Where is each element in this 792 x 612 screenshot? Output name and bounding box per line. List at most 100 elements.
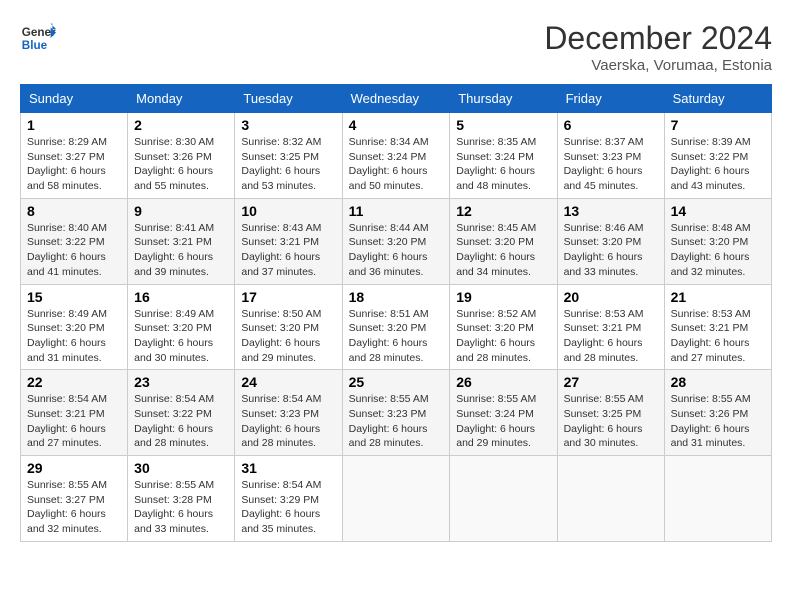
day-info: Sunrise: 8:34 AM Sunset: 3:24 PM Dayligh… — [349, 135, 444, 194]
calendar-cell: 15 Sunrise: 8:49 AM Sunset: 3:20 PM Dayli… — [21, 284, 128, 370]
column-header-thursday: Thursday — [450, 85, 557, 113]
day-number: 29 — [27, 460, 121, 476]
day-info: Sunrise: 8:41 AM Sunset: 3:21 PM Dayligh… — [134, 221, 228, 280]
calendar-cell — [664, 456, 771, 542]
calendar-cell: 30Sunrise: 8:55 AM Sunset: 3:28 PM Dayli… — [128, 456, 235, 542]
calendar-cell: 13 Sunrise: 8:46 AM Sunset: 3:20 PM Dayli… — [557, 198, 664, 284]
calendar-cell: 2 Sunrise: 8:30 AM Sunset: 3:26 PM Daylig… — [128, 113, 235, 199]
day-info: Sunrise: 8:55 AM Sunset: 3:27 PM Dayligh… — [27, 478, 121, 537]
day-number: 4 — [349, 117, 444, 133]
calendar-table: SundayMondayTuesdayWednesdayThursdayFrid… — [20, 84, 772, 542]
day-info: Sunrise: 8:43 AM Sunset: 3:21 PM Dayligh… — [241, 221, 335, 280]
day-number: 14 — [671, 203, 765, 219]
calendar-cell: 26Sunrise: 8:55 AM Sunset: 3:24 PM Dayli… — [450, 370, 557, 456]
calendar-header-row: SundayMondayTuesdayWednesdayThursdayFrid… — [21, 85, 772, 113]
day-number: 19 — [456, 289, 550, 305]
day-number: 5 — [456, 117, 550, 133]
calendar-cell: 1 Sunrise: 8:29 AM Sunset: 3:27 PM Daylig… — [21, 113, 128, 199]
day-number: 2 — [134, 117, 228, 133]
day-number: 15 — [27, 289, 121, 305]
calendar-cell: 10 Sunrise: 8:43 AM Sunset: 3:21 PM Dayli… — [235, 198, 342, 284]
calendar-cell: 14 Sunrise: 8:48 AM Sunset: 3:20 PM Dayli… — [664, 198, 771, 284]
calendar-cell: 9 Sunrise: 8:41 AM Sunset: 3:21 PM Daylig… — [128, 198, 235, 284]
day-info: Sunrise: 8:53 AM Sunset: 3:21 PM Dayligh… — [671, 307, 765, 366]
day-info: Sunrise: 8:45 AM Sunset: 3:20 PM Dayligh… — [456, 221, 550, 280]
day-number: 22 — [27, 374, 121, 390]
column-header-friday: Friday — [557, 85, 664, 113]
day-number: 16 — [134, 289, 228, 305]
calendar-cell — [450, 456, 557, 542]
day-number: 24 — [241, 374, 335, 390]
calendar-cell: 31Sunrise: 8:54 AM Sunset: 3:29 PM Dayli… — [235, 456, 342, 542]
day-info: Sunrise: 8:49 AM Sunset: 3:20 PM Dayligh… — [134, 307, 228, 366]
day-info: Sunrise: 8:29 AM Sunset: 3:27 PM Dayligh… — [27, 135, 121, 194]
calendar-cell: 3 Sunrise: 8:32 AM Sunset: 3:25 PM Daylig… — [235, 113, 342, 199]
svg-text:Blue: Blue — [22, 39, 48, 52]
calendar-cell: 27 Sunrise: 8:55 AM Sunset: 3:25 PM Dayli… — [557, 370, 664, 456]
day-info: Sunrise: 8:55 AM Sunset: 3:25 PM Dayligh… — [564, 392, 658, 451]
calendar-week-3: 15 Sunrise: 8:49 AM Sunset: 3:20 PM Dayli… — [21, 284, 772, 370]
calendar-cell: 21Sunrise: 8:53 AM Sunset: 3:21 PM Dayli… — [664, 284, 771, 370]
calendar-cell: 12Sunrise: 8:45 AM Sunset: 3:20 PM Dayli… — [450, 198, 557, 284]
day-number: 25 — [349, 374, 444, 390]
calendar-cell: 20Sunrise: 8:53 AM Sunset: 3:21 PM Dayli… — [557, 284, 664, 370]
day-info: Sunrise: 8:46 AM Sunset: 3:20 PM Dayligh… — [564, 221, 658, 280]
title-block: December 2024 Vaerska, Vorumaa, Estonia — [544, 20, 772, 74]
column-header-sunday: Sunday — [21, 85, 128, 113]
calendar-cell: 11Sunrise: 8:44 AM Sunset: 3:20 PM Dayli… — [342, 198, 450, 284]
day-number: 27 — [564, 374, 658, 390]
calendar-cell: 8 Sunrise: 8:40 AM Sunset: 3:22 PM Daylig… — [21, 198, 128, 284]
page-header: General Blue December 2024 Vaerska, Voru… — [20, 20, 772, 74]
day-number: 18 — [349, 289, 444, 305]
calendar-cell — [557, 456, 664, 542]
day-info: Sunrise: 8:55 AM Sunset: 3:23 PM Dayligh… — [349, 392, 444, 451]
day-info: Sunrise: 8:55 AM Sunset: 3:28 PM Dayligh… — [134, 478, 228, 537]
calendar-cell — [342, 456, 450, 542]
day-info: Sunrise: 8:39 AM Sunset: 3:22 PM Dayligh… — [671, 135, 765, 194]
day-info: Sunrise: 8:32 AM Sunset: 3:25 PM Dayligh… — [241, 135, 335, 194]
day-number: 20 — [564, 289, 658, 305]
day-number: 9 — [134, 203, 228, 219]
day-info: Sunrise: 8:49 AM Sunset: 3:20 PM Dayligh… — [27, 307, 121, 366]
day-number: 7 — [671, 117, 765, 133]
column-header-tuesday: Tuesday — [235, 85, 342, 113]
day-info: Sunrise: 8:54 AM Sunset: 3:22 PM Dayligh… — [134, 392, 228, 451]
day-info: Sunrise: 8:54 AM Sunset: 3:21 PM Dayligh… — [27, 392, 121, 451]
location-subtitle: Vaerska, Vorumaa, Estonia — [544, 57, 772, 74]
logo-icon: General Blue — [20, 20, 56, 56]
day-number: 8 — [27, 203, 121, 219]
day-number: 3 — [241, 117, 335, 133]
calendar-week-5: 29 Sunrise: 8:55 AM Sunset: 3:27 PM Dayli… — [21, 456, 772, 542]
day-info: Sunrise: 8:54 AM Sunset: 3:23 PM Dayligh… — [241, 392, 335, 451]
day-info: Sunrise: 8:30 AM Sunset: 3:26 PM Dayligh… — [134, 135, 228, 194]
column-header-monday: Monday — [128, 85, 235, 113]
calendar-cell: 19Sunrise: 8:52 AM Sunset: 3:20 PM Dayli… — [450, 284, 557, 370]
day-info: Sunrise: 8:44 AM Sunset: 3:20 PM Dayligh… — [349, 221, 444, 280]
day-number: 6 — [564, 117, 658, 133]
day-number: 28 — [671, 374, 765, 390]
calendar-cell: 6 Sunrise: 8:37 AM Sunset: 3:23 PM Daylig… — [557, 113, 664, 199]
calendar-week-1: 1 Sunrise: 8:29 AM Sunset: 3:27 PM Daylig… — [21, 113, 772, 199]
day-number: 13 — [564, 203, 658, 219]
day-number: 17 — [241, 289, 335, 305]
day-info: Sunrise: 8:37 AM Sunset: 3:23 PM Dayligh… — [564, 135, 658, 194]
calendar-cell: 18 Sunrise: 8:51 AM Sunset: 3:20 PM Dayli… — [342, 284, 450, 370]
calendar-cell: 23 Sunrise: 8:54 AM Sunset: 3:22 PM Dayli… — [128, 370, 235, 456]
calendar-cell: 7 Sunrise: 8:39 AM Sunset: 3:22 PM Daylig… — [664, 113, 771, 199]
day-info: Sunrise: 8:50 AM Sunset: 3:20 PM Dayligh… — [241, 307, 335, 366]
day-number: 10 — [241, 203, 335, 219]
month-title: December 2024 — [544, 20, 772, 57]
day-info: Sunrise: 8:51 AM Sunset: 3:20 PM Dayligh… — [349, 307, 444, 366]
calendar-cell: 4 Sunrise: 8:34 AM Sunset: 3:24 PM Daylig… — [342, 113, 450, 199]
logo: General Blue — [20, 20, 56, 56]
calendar-cell: 25 Sunrise: 8:55 AM Sunset: 3:23 PM Dayli… — [342, 370, 450, 456]
column-header-saturday: Saturday — [664, 85, 771, 113]
calendar-cell: 29 Sunrise: 8:55 AM Sunset: 3:27 PM Dayli… — [21, 456, 128, 542]
day-number: 31 — [241, 460, 335, 476]
day-number: 1 — [27, 117, 121, 133]
day-info: Sunrise: 8:48 AM Sunset: 3:20 PM Dayligh… — [671, 221, 765, 280]
day-info: Sunrise: 8:40 AM Sunset: 3:22 PM Dayligh… — [27, 221, 121, 280]
column-header-wednesday: Wednesday — [342, 85, 450, 113]
calendar-cell: 28Sunrise: 8:55 AM Sunset: 3:26 PM Dayli… — [664, 370, 771, 456]
day-number: 23 — [134, 374, 228, 390]
